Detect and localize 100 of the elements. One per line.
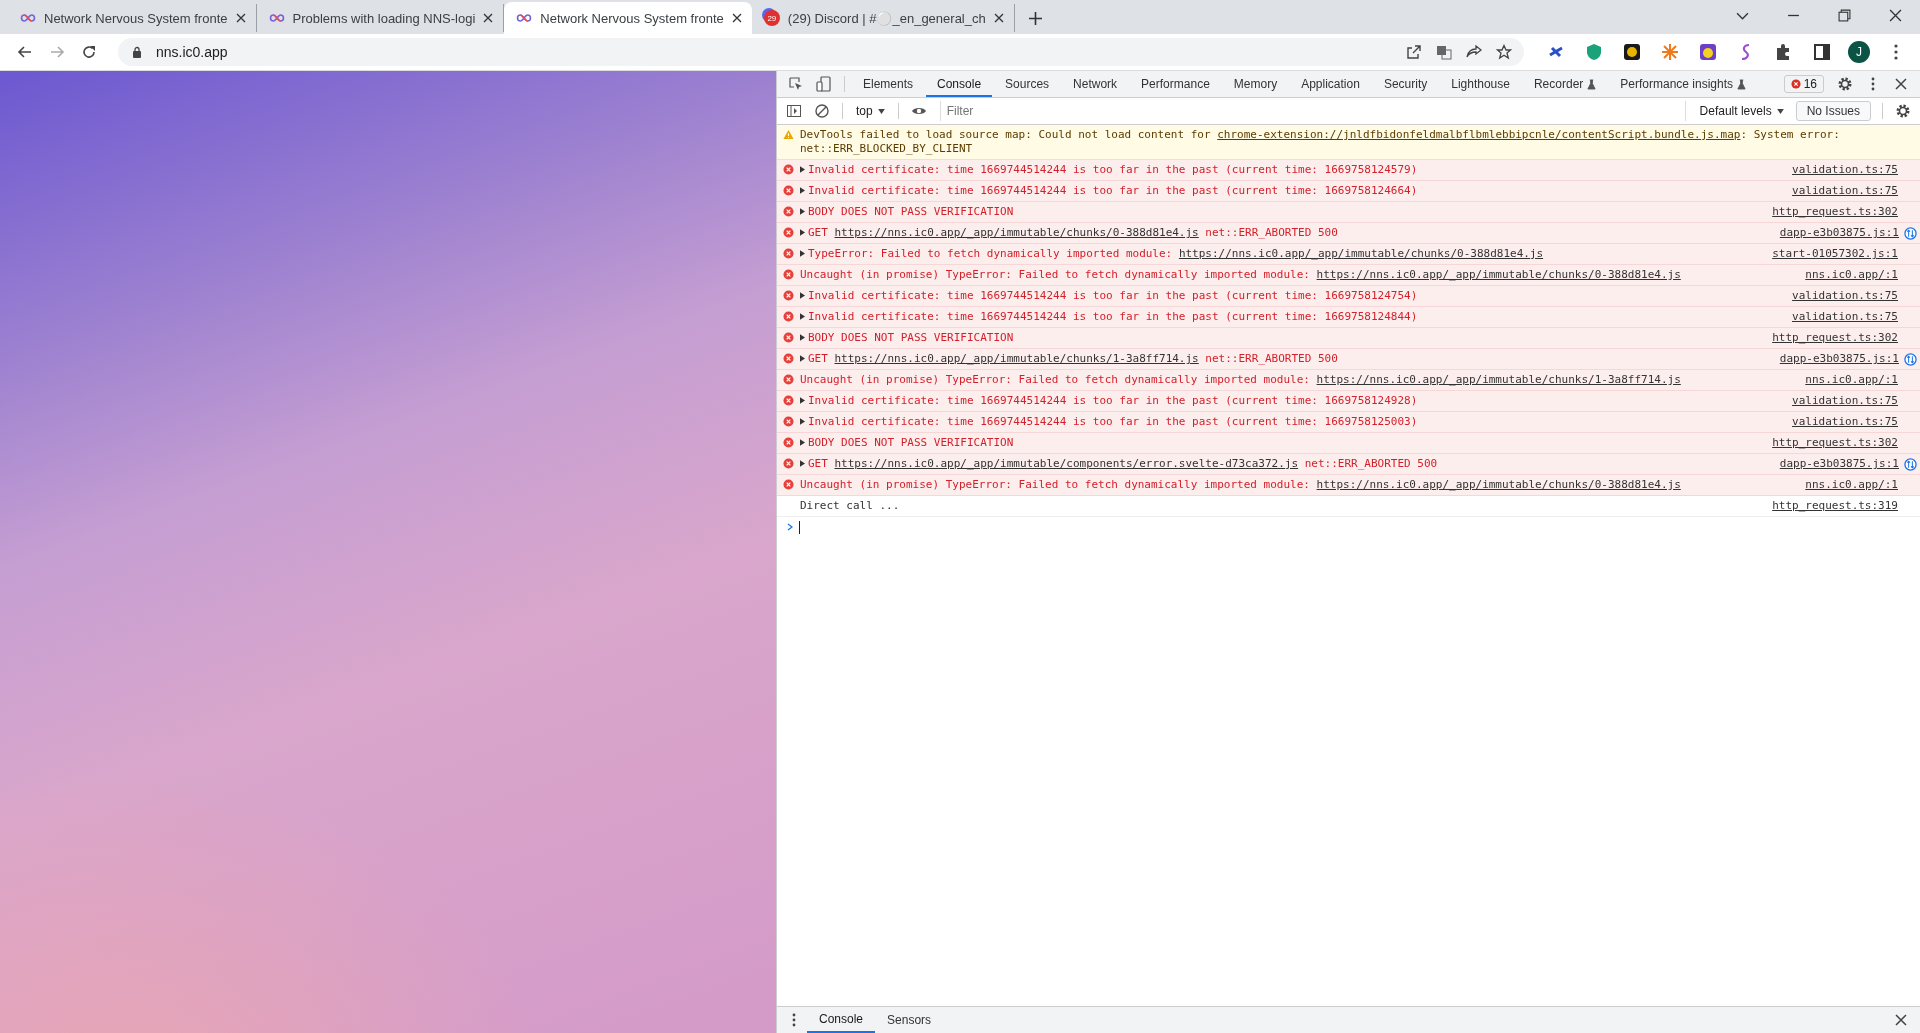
prompt-chevron-icon xyxy=(787,523,793,531)
devtools-tab[interactable]: Console xyxy=(926,71,993,97)
close-icon[interactable] xyxy=(993,13,1004,23)
message-text: GET https://nns.ic0.app/_app/immutable/chunks/0-388d81e4.js net::ERR_ABORTED 500 xyxy=(808,226,1338,240)
message-link[interactable]: https://nns.ic0.app/_app/immutable/chunks/0-388d81e4.js xyxy=(1316,478,1681,491)
tab-title: Problems with loading NNS-logi xyxy=(292,10,476,26)
source-link[interactable]: http_request.ts:319 xyxy=(1772,499,1898,513)
source-link[interactable]: dapp-e3b03875.js:1 xyxy=(1779,457,1899,471)
source-link[interactable]: http_request.ts:302 xyxy=(1772,331,1898,345)
close-icon[interactable] xyxy=(1889,9,1902,22)
devtools-tab[interactable]: Application xyxy=(1290,71,1371,97)
error-icon xyxy=(783,185,794,196)
error-icon xyxy=(783,416,794,427)
profile-avatar[interactable]: J xyxy=(1848,41,1870,63)
devtools-tab[interactable]: Lighthouse xyxy=(1440,71,1521,97)
browser-tab[interactable]: Network Nervous System fronte xyxy=(8,4,257,32)
source-link[interactable]: validation.ts:75 xyxy=(1792,289,1898,303)
share-icon[interactable] xyxy=(1466,44,1482,60)
message-link[interactable]: chrome-extension://jnldfbidonfeldmalbflbmlebbipcnle/contentScript.bundle.js.map xyxy=(1217,128,1741,141)
lock-icon xyxy=(132,46,142,58)
drawer-tab[interactable]: Sensors xyxy=(875,1007,944,1033)
source-link[interactable]: nns.ic0.app/:1 xyxy=(1805,373,1898,387)
error-icon xyxy=(783,269,794,280)
message-text: BODY DOES NOT PASS VERIFICATION xyxy=(808,331,1014,345)
source-link[interactable]: start-01057302.js:1 xyxy=(1772,247,1898,261)
drawer-tab[interactable]: Console xyxy=(807,1007,876,1033)
source-link[interactable]: dapp-e3b03875.js:1 xyxy=(1779,352,1899,366)
message-text: Uncaught (in promise) TypeError: Failed to fetch dynamically imported module: https://nns.ic0.app/_app/immutable/chunks/1-3a8ff714.js xyxy=(800,373,1681,387)
text-cursor[interactable] xyxy=(799,520,800,534)
star-icon[interactable] xyxy=(1496,44,1512,60)
address-bar[interactable]: nns.ic0.app xyxy=(118,38,1524,66)
message-text: DevTools failed to load source map: Could not load content for chrome-extension://jnldfbidonfeldmalbflbmlebbipcnle/contentScript.bundle.js.map: System error: net::ERR_BLOCKED_BY_CLIENT xyxy=(800,128,1841,156)
message-link[interactable]: https://nns.ic0.app/_app/immutable/chunks/0-388d81e4.js xyxy=(1178,247,1544,260)
expand-triangle-icon[interactable] xyxy=(800,334,805,341)
message-link[interactable]: https://nns.ic0.app/_app/immutable/chunks/1-3a8ff714.js xyxy=(1316,373,1681,386)
source-link[interactable]: validation.ts:75 xyxy=(1792,163,1898,177)
message-text: Uncaught (in promise) TypeError: Failed to fetch dynamically imported module: https://nns.ic0.app/_app/immutable/chunks/0-388d81e4.js xyxy=(800,268,1681,282)
expand-triangle-icon[interactable] xyxy=(800,187,805,194)
message-link[interactable]: https://nns.ic0.app/_app/immutable/components/error.svelte-d73ca372.js xyxy=(834,457,1299,470)
close-icon[interactable] xyxy=(483,13,494,23)
devtools-tab[interactable]: Memory xyxy=(1222,71,1289,97)
source-link[interactable]: validation.ts:75 xyxy=(1792,310,1898,324)
new-tab-icon[interactable] xyxy=(1028,12,1042,25)
source-link[interactable]: dapp-e3b03875.js:1 xyxy=(1779,226,1899,240)
message-link[interactable]: https://nns.ic0.app/_app/immutable/chunks/1-3a8ff714.js xyxy=(834,352,1199,365)
error-count-badge[interactable]: 16 xyxy=(1783,75,1824,93)
network-request-icon[interactable] xyxy=(1904,352,1917,366)
message-text: Invalid certificate: time 1669744514244 is too far in the past (current time: 1669758124664) xyxy=(808,184,1418,198)
restore-icon[interactable] xyxy=(1838,9,1851,22)
network-request-icon[interactable] xyxy=(1904,457,1917,471)
message-text: Invalid certificate: time 1669744514244 is too far in the past (current time: 1669758125003) xyxy=(808,415,1418,429)
source-link[interactable]: http_request.ts:302 xyxy=(1772,205,1898,219)
browser-tab[interactable]: 29 (29) Discord | #⚪_en_general_ch xyxy=(751,4,1015,32)
context-dropdown[interactable]: top xyxy=(850,104,891,118)
translate-icon[interactable] xyxy=(1436,44,1452,60)
message-text: Invalid certificate: time 1669744514244 is too far in the past (current time: 1669758124844) xyxy=(808,310,1418,324)
expand-triangle-icon[interactable] xyxy=(800,355,805,362)
devtools-tab[interactable]: Sources xyxy=(994,71,1061,97)
message-text: TypeError: Failed to fetch dynamically imported module: https://nns.ic0.app/_app/immutable/chunks/0-388d81e4.js xyxy=(808,247,1544,261)
devtools-tab[interactable]: Security xyxy=(1372,71,1439,97)
tab-title: (29) Discord | #⚪_en_general_ch xyxy=(787,10,986,26)
source-link[interactable]: http_request.ts:302 xyxy=(1772,436,1898,450)
message-link[interactable]: https://nns.ic0.app/_app/immutable/chunks/0-388d81e4.js xyxy=(1316,268,1681,281)
expand-triangle-icon[interactable] xyxy=(800,460,805,467)
close-icon[interactable] xyxy=(731,13,742,23)
message-link[interactable]: https://nns.ic0.app/_app/immutable/chunks/0-388d81e4.js xyxy=(834,226,1199,239)
browser-tab[interactable]: Network Nervous System fronte xyxy=(504,2,752,34)
expand-triangle-icon[interactable] xyxy=(800,397,805,404)
message-text: GET https://nns.ic0.app/_app/immutable/components/error.svelte-d73ca372.js net::ERR_ABORTED 500 xyxy=(808,457,1438,471)
error-icon xyxy=(783,374,794,385)
devtools-tab[interactable]: Network xyxy=(1062,71,1129,97)
source-link[interactable]: validation.ts:75 xyxy=(1792,415,1898,429)
source-link[interactable]: nns.ic0.app/:1 xyxy=(1805,478,1898,492)
devtools-tab[interactable]: Elements xyxy=(852,71,925,97)
expand-triangle-icon[interactable] xyxy=(800,250,805,257)
expand-triangle-icon[interactable] xyxy=(800,313,805,320)
caret-icon xyxy=(877,108,885,114)
expand-triangle-icon[interactable] xyxy=(800,229,805,236)
network-request-icon[interactable] xyxy=(1904,226,1917,240)
devtools-tab[interactable]: Recorder xyxy=(1522,71,1608,97)
close-icon[interactable] xyxy=(235,13,246,23)
source-link[interactable]: nns.ic0.app/:1 xyxy=(1805,268,1898,282)
tab-title: Network Nervous System fronte xyxy=(44,10,228,26)
devtools-tab[interactable]: Performance xyxy=(1130,71,1221,97)
source-link[interactable]: validation.ts:75 xyxy=(1792,394,1898,408)
open-external-icon[interactable] xyxy=(1406,44,1422,60)
source-link[interactable]: validation.ts:75 xyxy=(1792,184,1898,198)
error-icon xyxy=(783,353,794,364)
devtools-tab[interactable]: Performance insights xyxy=(1609,71,1758,97)
expand-triangle-icon[interactable] xyxy=(800,292,805,299)
filter-field[interactable]: Filter xyxy=(939,101,1686,121)
expand-triangle-icon[interactable] xyxy=(800,208,805,215)
error-icon xyxy=(1790,79,1801,89)
error-icon xyxy=(783,290,794,301)
log-levels-dropdown[interactable]: Default levels xyxy=(1693,104,1790,118)
caret-icon xyxy=(1776,108,1784,114)
expand-triangle-icon[interactable] xyxy=(800,166,805,173)
expand-triangle-icon[interactable] xyxy=(800,418,805,425)
expand-triangle-icon[interactable] xyxy=(800,439,805,446)
issues-button[interactable]: No Issues xyxy=(1795,101,1871,121)
